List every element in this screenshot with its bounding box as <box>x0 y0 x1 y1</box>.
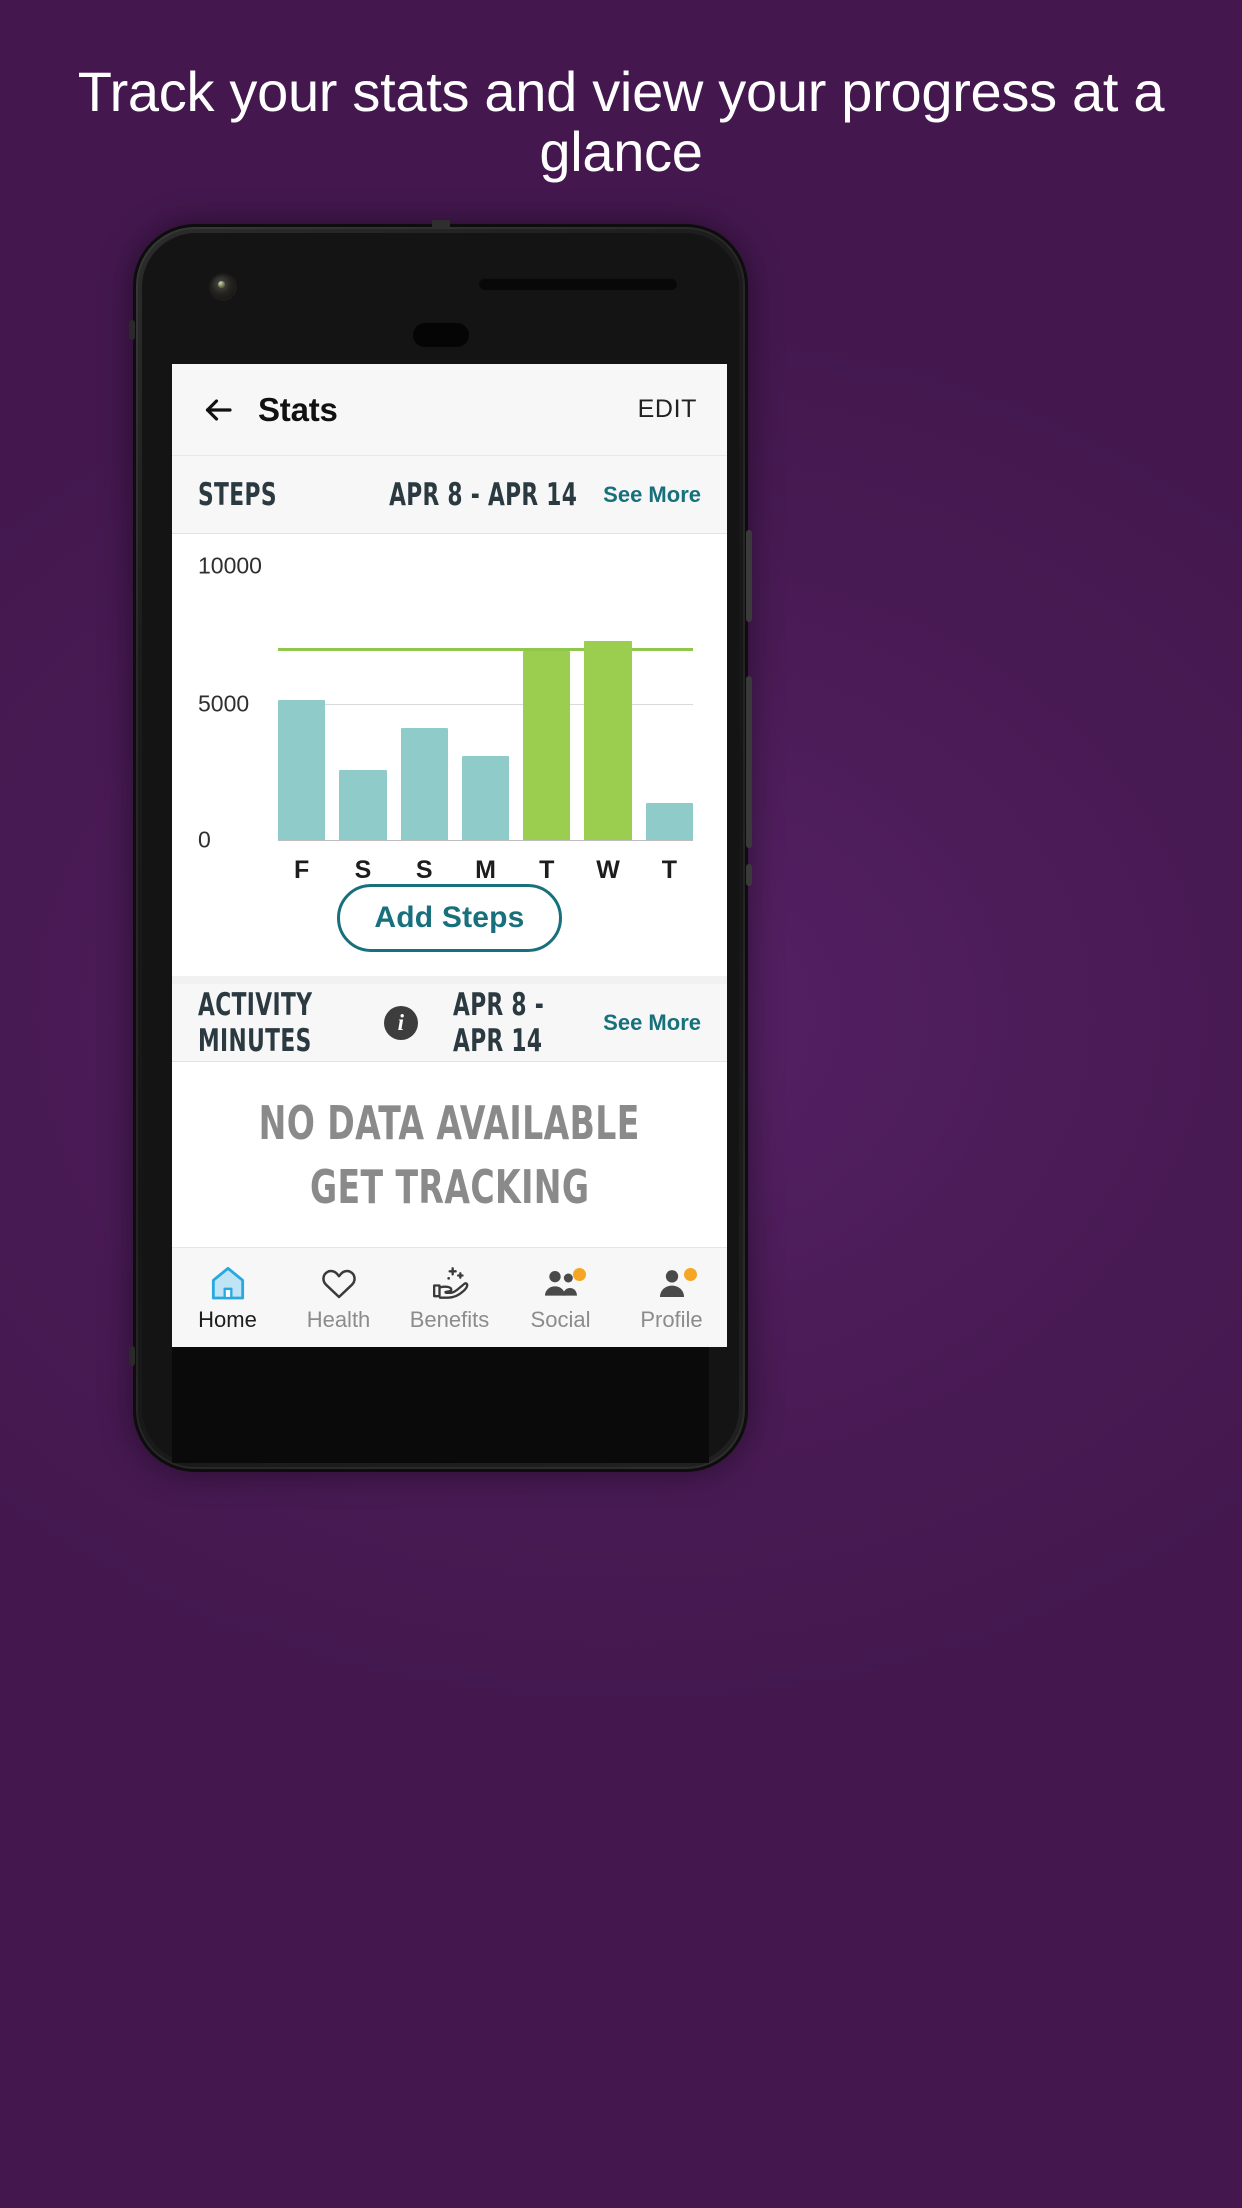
front-camera-icon <box>211 275 235 299</box>
phone-top-nub <box>431 220 450 228</box>
activity-see-more-link[interactable]: See More <box>603 1010 701 1036</box>
arrow-left-icon[interactable] <box>200 392 236 428</box>
nav-item-label: Benefits <box>409 1306 490 1332</box>
bar[interactable] <box>400 727 448 840</box>
steps-see-more-link[interactable]: See More <box>603 482 701 508</box>
empty-state-line-1: NO DATA AVAILABLE <box>258 1095 641 1150</box>
bar[interactable] <box>461 756 510 840</box>
hand-sparkle-icon <box>430 1263 470 1303</box>
page-root: Track your stats and view your progress … <box>0 0 1242 2208</box>
heart-icon <box>319 1263 359 1303</box>
phone-button-volume-up <box>746 530 752 622</box>
earpiece-speaker <box>479 278 677 290</box>
bar[interactable] <box>339 770 387 840</box>
app-screen: Stats EDIT STEPS APR 8 - APR 14 See More… <box>172 364 727 1347</box>
bar[interactable] <box>645 803 693 840</box>
empty-state-line-2: GET TRACKING <box>309 1159 590 1214</box>
section-divider <box>172 976 727 984</box>
x-axis-tick-label: F <box>294 856 310 884</box>
bar-column[interactable] <box>584 566 632 840</box>
activity-empty-state: NO DATA AVAILABLE GET TRACKING <box>172 1062 727 1247</box>
nav-item-home[interactable]: Home <box>172 1248 283 1347</box>
bar-column[interactable] <box>461 566 510 840</box>
app-bar: Stats EDIT <box>172 364 727 456</box>
bar[interactable] <box>523 650 571 840</box>
home-icon <box>208 1263 248 1303</box>
y-axis-tick-top: 10000 <box>198 552 262 579</box>
nav-item-label: Health <box>306 1306 371 1332</box>
x-axis-tick-label: T <box>539 856 555 884</box>
x-axis-tick-label: W <box>596 856 620 884</box>
x-axis-tick-label: S <box>354 856 372 884</box>
steps-section-title: STEPS <box>198 476 277 513</box>
x-axis-tick-label: S <box>415 856 433 884</box>
bar[interactable] <box>278 700 326 840</box>
activity-section-title: ACTIVITY MINUTES <box>198 986 313 1059</box>
add-steps-button[interactable]: Add Steps <box>337 884 562 952</box>
steps-bar-chart: 10000 5000 0 F S S M T W T <box>198 552 701 884</box>
bar-column[interactable] <box>278 566 326 840</box>
axis-baseline <box>278 840 693 841</box>
bar-column[interactable] <box>523 566 571 840</box>
x-axis-tick-label: M <box>475 856 496 884</box>
bar-column[interactable] <box>645 566 693 840</box>
phone-mockup: Stats EDIT STEPS APR 8 - APR 14 See More… <box>129 220 752 1472</box>
page-title: Stats <box>258 390 338 428</box>
info-icon[interactable]: i <box>383 1005 418 1040</box>
activity-date-range: APR 8 - APR 14 <box>452 986 544 1059</box>
bar-column[interactable] <box>400 566 448 840</box>
bottom-navigation: Home Health Benefits Social Profile <box>172 1247 727 1347</box>
phone-left-nub-top <box>129 320 135 340</box>
x-axis-labels: FSSMTWT <box>278 856 693 885</box>
activity-section-header: ACTIVITY MINUTES i APR 8 - APR 14 See Mo… <box>172 984 727 1062</box>
steps-chart-panel: 10000 5000 0 F S S M T W T Add Steps <box>172 534 727 976</box>
phone-left-nub-bottom <box>129 1346 135 1366</box>
x-axis-tick-label: T <box>661 856 677 884</box>
notification-badge <box>573 1268 586 1281</box>
nav-item-label: Profile <box>640 1306 703 1332</box>
y-axis-tick-zero: 0 <box>198 826 211 853</box>
steps-section-header: STEPS APR 8 - APR 14 See More <box>172 456 727 534</box>
bar-group <box>278 566 693 840</box>
nav-item-label: Social <box>530 1306 591 1332</box>
bar[interactable] <box>584 641 632 840</box>
phone-button-power <box>746 864 752 886</box>
steps-date-range: APR 8 - APR 14 <box>389 476 578 513</box>
edit-button[interactable]: EDIT <box>638 395 697 424</box>
phone-body: Stats EDIT STEPS APR 8 - APR 14 See More… <box>142 233 739 1463</box>
nav-item-benefits[interactable]: Benefits <box>394 1248 505 1347</box>
nav-item-health[interactable]: Health <box>283 1248 394 1347</box>
nav-item-profile[interactable]: Profile <box>616 1248 727 1347</box>
page-headline: Track your stats and view your progress … <box>77 60 1165 184</box>
nav-item-social[interactable]: Social <box>505 1248 616 1347</box>
sensor-cutout <box>412 323 469 347</box>
y-axis-tick-mid: 5000 <box>198 690 250 717</box>
phone-chin <box>172 1347 709 1463</box>
phone-button-volume-down <box>746 676 752 848</box>
notification-badge <box>684 1268 697 1281</box>
nav-item-label: Home <box>198 1306 257 1332</box>
bar-column[interactable] <box>339 566 387 840</box>
